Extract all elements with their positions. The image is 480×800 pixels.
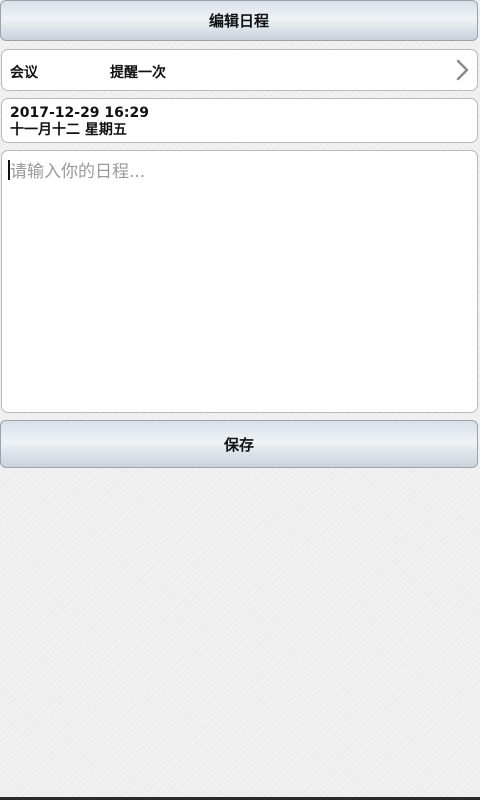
page-title: 编辑日程 xyxy=(208,12,269,30)
schedule-date-time: 2017-12-29 16:29 xyxy=(10,105,149,121)
remind-row[interactable]: 会议 提醒一次 xyxy=(1,49,478,91)
chevron-right-icon xyxy=(455,59,469,81)
remind-setting-label: 提醒一次 xyxy=(110,65,166,81)
save-button[interactable]: 保存 xyxy=(0,420,478,468)
schedule-editor-card xyxy=(1,150,478,413)
title-bar: 编辑日程 xyxy=(0,0,478,41)
schedule-type-label: 会议 xyxy=(10,65,38,81)
date-picker-row[interactable]: 2017-12-29 16:29 十一月十二 星期五 xyxy=(1,98,478,143)
text-cursor xyxy=(8,160,10,180)
lunar-date-weekday: 十一月十二 星期五 xyxy=(10,122,127,138)
schedule-content-input[interactable] xyxy=(6,155,472,407)
save-button-label: 保存 xyxy=(223,435,254,454)
